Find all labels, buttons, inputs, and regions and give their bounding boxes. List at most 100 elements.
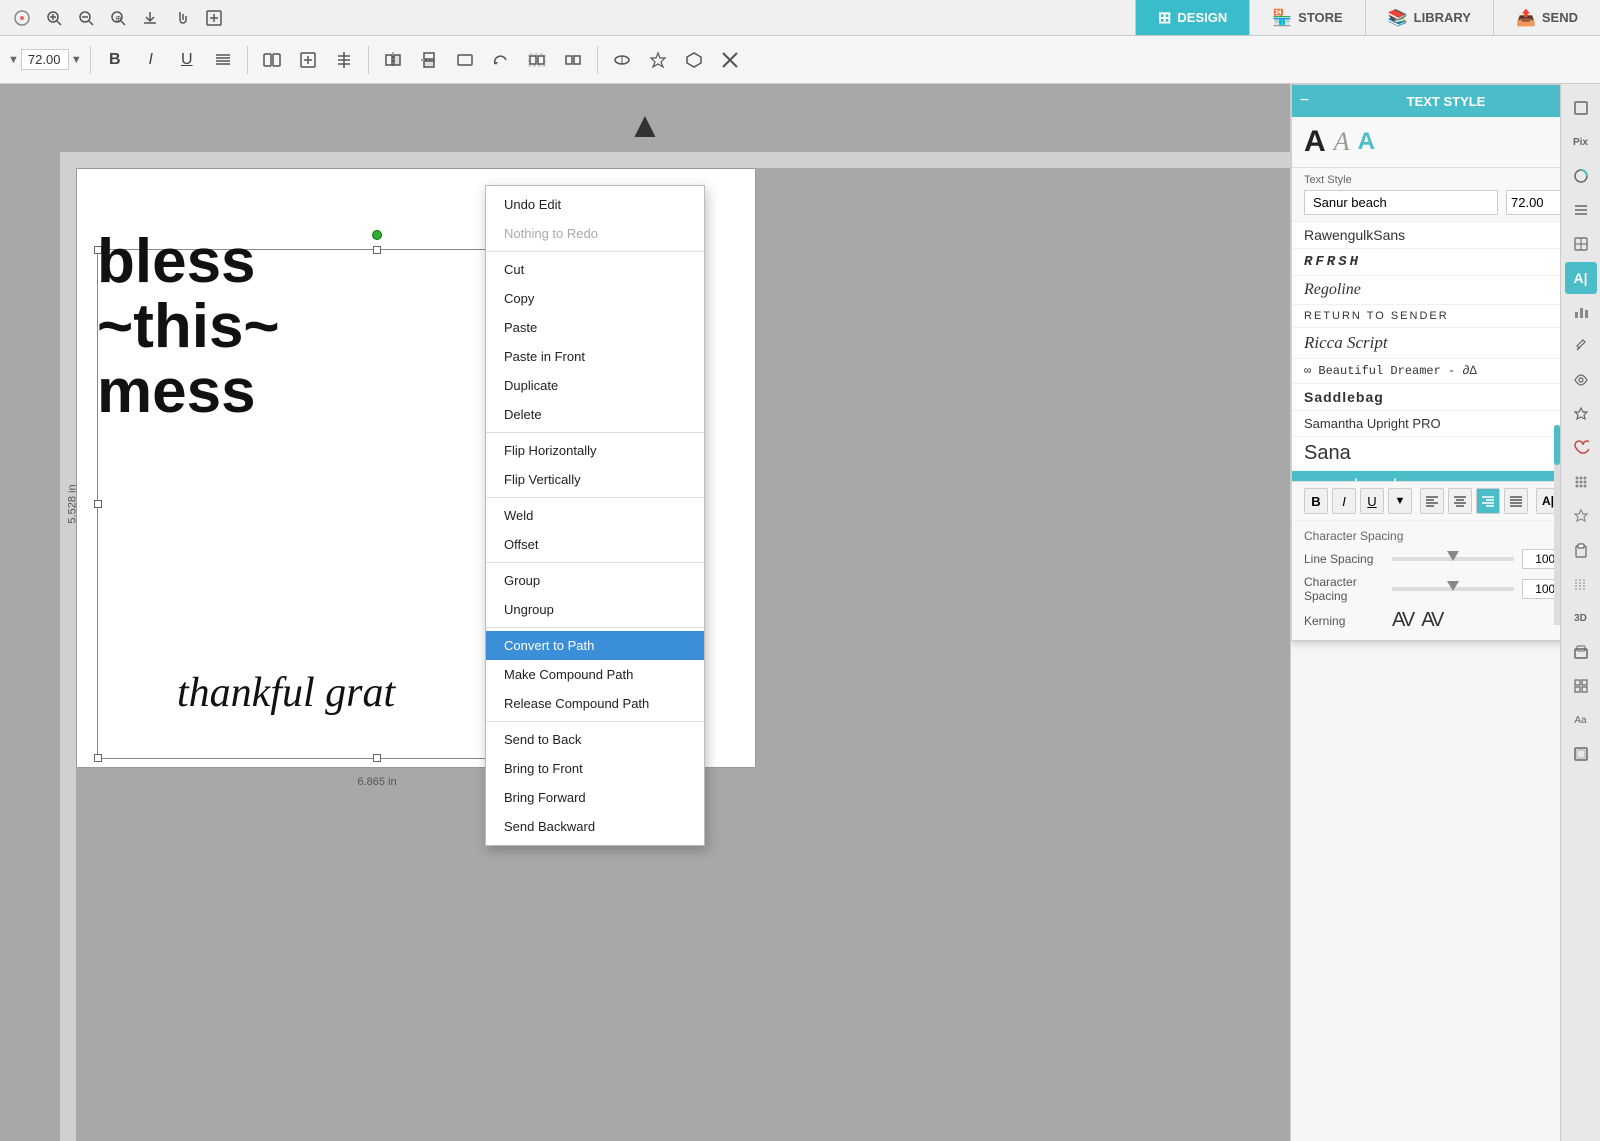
sidebar-pattern-icon[interactable] [1565, 568, 1597, 600]
ctx-weld[interactable]: Weld [486, 501, 704, 530]
font-style-teal-icon[interactable]: A [1358, 128, 1375, 156]
rotate-button[interactable] [485, 44, 517, 76]
align-right-button[interactable] [1476, 488, 1500, 514]
ctx-bring-forward[interactable]: Bring Forward [486, 783, 704, 812]
font-item-regoline[interactable]: Regoline [1292, 276, 1600, 305]
sidebar-star-icon[interactable] [1565, 398, 1597, 430]
ctx-delete[interactable]: Delete [486, 400, 704, 429]
font-size-input[interactable] [1506, 190, 1566, 215]
sidebar-text-size-icon[interactable]: Aa [1565, 704, 1597, 736]
panel-minimize-button[interactable]: − [1300, 92, 1309, 110]
align-justify-format-button[interactable] [1504, 488, 1528, 514]
char-spacing-thumb[interactable] [1447, 581, 1459, 591]
thankful-text[interactable]: thankful grat [177, 669, 395, 717]
font-size-value[interactable]: 72.00 [21, 49, 69, 70]
ctx-cut[interactable]: Cut [486, 255, 704, 284]
ctx-duplicate[interactable]: Duplicate [486, 371, 704, 400]
font-item-ricca[interactable]: Ricca Script [1292, 328, 1600, 359]
ctx-release-compound-path[interactable]: Release Compound Path [486, 689, 704, 718]
bless-text[interactable]: bless~this~mess [97, 229, 280, 424]
align-justify-button[interactable] [207, 44, 239, 76]
ctx-bring-to-front[interactable]: Bring to Front [486, 754, 704, 783]
ctx-group[interactable]: Group [486, 566, 704, 595]
sidebar-tools-icon[interactable] [1565, 330, 1597, 362]
underline-format-button[interactable]: U [1360, 488, 1384, 514]
center-button[interactable] [328, 44, 360, 76]
home-icon[interactable] [8, 4, 36, 32]
add-text-button[interactable] [292, 44, 324, 76]
font-item-refresh[interactable]: RFRSH [1292, 249, 1600, 276]
ctx-send-to-back[interactable]: Send to Back [486, 725, 704, 754]
download-icon[interactable] [136, 4, 164, 32]
italic-button[interactable]: I [135, 44, 167, 76]
font-item-rawengulk[interactable]: RawengulkSans [1292, 222, 1600, 249]
handle-top-mid[interactable] [373, 246, 381, 254]
ctx-undo-edit[interactable]: Undo Edit [486, 190, 704, 219]
add-icon[interactable] [200, 4, 228, 32]
sidebar-3d-icon[interactable]: 3D [1565, 602, 1597, 634]
sidebar-chart-icon[interactable] [1565, 296, 1597, 328]
ctx-copy[interactable]: Copy [486, 284, 704, 313]
ctx-send-backward[interactable]: Send Backward [486, 812, 704, 841]
align-left-button[interactable] [1420, 488, 1444, 514]
ctx-paste[interactable]: Paste [486, 313, 704, 342]
sidebar-dots-icon[interactable] [1565, 466, 1597, 498]
tab-send[interactable]: 📤 SEND [1493, 0, 1600, 35]
rotate-handle[interactable] [372, 230, 382, 240]
sidebar-shapes-icon[interactable] [1565, 92, 1597, 124]
flip-v-button[interactable] [413, 44, 445, 76]
sidebar-linetype-icon[interactable] [1565, 194, 1597, 226]
line-spacing-slider[interactable] [1392, 557, 1514, 561]
sidebar-clipboard-icon[interactable] [1565, 534, 1597, 566]
font-item-return-to-sender[interactable]: RETURN TO SENDER [1292, 305, 1600, 328]
font-style-a-icon[interactable]: A [1304, 125, 1326, 159]
italic-format-button[interactable]: I [1332, 488, 1356, 514]
sidebar-color-icon[interactable] [1565, 160, 1597, 192]
zoom-fit-icon[interactable]: ⊕ [104, 4, 132, 32]
group-button[interactable] [521, 44, 553, 76]
sidebar-grid-icon[interactable] [1565, 670, 1597, 702]
handle-bottom-mid[interactable] [373, 754, 381, 762]
3d-button[interactable] [678, 44, 710, 76]
flip-h-button[interactable] [377, 44, 409, 76]
font-style-script-icon[interactable]: A [1334, 127, 1350, 157]
ctx-make-compound-path[interactable]: Make Compound Path [486, 660, 704, 689]
kerning-display[interactable]: AV [1392, 609, 1413, 632]
font-item-beautiful-dreamer[interactable]: ∞ Beautiful Dreamer - ∂∆ [1292, 359, 1600, 384]
underline-button[interactable]: U [171, 44, 203, 76]
ctx-flip-h[interactable]: Flip Horizontally [486, 436, 704, 465]
effects-button[interactable] [606, 44, 638, 76]
font-name-input[interactable] [1304, 190, 1498, 215]
delete-button[interactable] [714, 44, 746, 76]
ctx-ungroup[interactable]: Ungroup [486, 595, 704, 624]
sidebar-heart-icon[interactable] [1565, 432, 1597, 464]
bold-button[interactable]: B [99, 44, 131, 76]
columns-button[interactable] [256, 44, 288, 76]
resize-button[interactable] [449, 44, 481, 76]
sidebar-shape2-icon[interactable] [1565, 636, 1597, 668]
tab-library[interactable]: 📚 LIBRARY [1365, 0, 1493, 35]
zoom-out-icon[interactable] [72, 4, 100, 32]
star-button[interactable] [642, 44, 674, 76]
line-spacing-thumb[interactable] [1447, 551, 1459, 561]
hand-tool-icon[interactable] [168, 4, 196, 32]
sidebar-eye-icon[interactable] [1565, 364, 1597, 396]
underline-dropdown[interactable]: ▼ [1388, 488, 1412, 514]
tab-design[interactable]: ⊞ DESIGN [1135, 0, 1249, 35]
ctx-convert-to-path[interactable]: Convert to Path [486, 631, 704, 660]
ctx-offset[interactable]: Offset [486, 530, 704, 559]
char-spacing-slider[interactable] [1392, 587, 1514, 591]
ungroup-button[interactable] [557, 44, 589, 76]
ctx-paste-in-front[interactable]: Paste in Front [486, 342, 704, 371]
zoom-in-icon[interactable] [40, 4, 68, 32]
font-item-saddlebag[interactable]: Saddlebag [1292, 384, 1600, 411]
bold-format-button[interactable]: B [1304, 488, 1328, 514]
handle-bottom-left[interactable] [94, 754, 102, 762]
align-center-button[interactable] [1448, 488, 1472, 514]
sidebar-contour-icon[interactable] [1565, 738, 1597, 770]
sidebar-warp-icon[interactable] [1565, 228, 1597, 260]
sidebar-favorite-icon[interactable] [1565, 500, 1597, 532]
sidebar-text-icon[interactable]: A| [1565, 262, 1597, 294]
ctx-flip-v[interactable]: Flip Vertically [486, 465, 704, 494]
sidebar-pixel-icon[interactable]: Pix [1565, 126, 1597, 158]
